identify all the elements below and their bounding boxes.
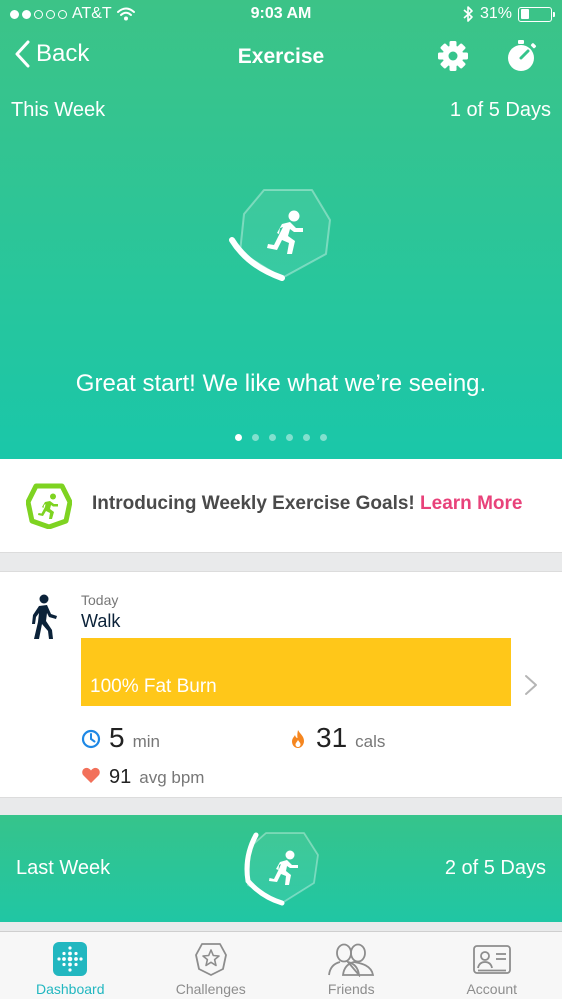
duration-unit: min <box>132 732 160 751</box>
last-week-summary[interactable]: Last Week 2 of 5 Days <box>0 815 562 922</box>
status-right: 31% <box>462 5 555 23</box>
heart-icon <box>82 767 100 783</box>
goal-progress-badge-icon <box>229 189 331 281</box>
challenges-icon <box>194 943 227 976</box>
exercise-hero: AT&T 9:03 AM 31% Back Exercise This Week… <box>0 0 562 459</box>
zone-label: 100% Fat Burn <box>90 676 217 697</box>
announcement-text: Introducing Weekly Exercise Goals! Learn… <box>92 493 522 515</box>
page-dot[interactable] <box>269 434 276 441</box>
exercise-goal-badge-icon <box>26 483 72 529</box>
page-dot[interactable] <box>252 434 259 441</box>
activity-name: Walk <box>81 611 121 631</box>
activity-card-walk[interactable]: Today Walk 100% Fat Burn 5 min 31 cals 9… <box>0 571 562 798</box>
tab-label: Challenges <box>175 981 246 997</box>
activity-date: Today <box>81 592 119 608</box>
clock-icon <box>81 729 101 749</box>
stopwatch-icon <box>508 40 537 71</box>
motivation-message: Great start! We like what we’re seeing. <box>75 370 487 397</box>
heart-rate-zone-bar: 100% Fat Burn <box>81 638 511 706</box>
learn-more-link[interactable]: Learn More <box>420 493 522 514</box>
calories-unit: cals <box>355 732 386 751</box>
heart-rate-stat: 91 avg bpm <box>81 763 204 789</box>
battery-percent: 31% <box>479 5 512 22</box>
last-week-label: Last Week <box>16 857 111 879</box>
weekly-goal-badge <box>226 186 336 286</box>
battery-icon <box>518 6 555 22</box>
page-dot[interactable] <box>320 434 327 441</box>
duration-value: 5 <box>109 722 125 753</box>
flame-icon <box>292 730 304 748</box>
last-week-badge-icon <box>244 832 319 906</box>
account-icon <box>472 945 511 974</box>
tab-account[interactable]: Account <box>422 932 562 999</box>
chevron-right-icon <box>525 675 537 695</box>
heart-rate-value: 91 <box>109 766 132 788</box>
battery-level <box>520 9 530 19</box>
announcement-headline: Introducing Weekly Exercise Goals! <box>92 493 415 514</box>
tab-challenges[interactable]: Challenges <box>141 932 282 999</box>
stopwatch-button[interactable] <box>504 39 538 73</box>
tab-dashboard[interactable]: Dashboard <box>0 932 141 999</box>
navigation-bar: Back Exercise <box>0 36 562 80</box>
gear-icon <box>438 41 468 71</box>
friends-icon <box>328 943 375 977</box>
tab-friends[interactable]: Friends <box>281 932 422 999</box>
calories-stat: 31 cals <box>288 722 385 754</box>
calories-value: 31 <box>316 722 348 753</box>
status-bar: AT&T 9:03 AM 31% <box>0 0 562 30</box>
heart-rate-unit: avg bpm <box>139 768 205 787</box>
dashboard-icon <box>53 942 88 976</box>
week-label: This Week <box>11 99 106 121</box>
page-dot[interactable] <box>235 434 242 441</box>
last-week-days-progress: 2 of 5 Days <box>444 857 546 879</box>
walk-icon <box>32 594 57 639</box>
settings-button[interactable] <box>436 39 470 73</box>
weekly-goals-announcement[interactable]: Introducing Weekly Exercise Goals! Learn… <box>0 459 562 553</box>
bluetooth-icon <box>463 6 473 22</box>
tab-label: Friends <box>327 981 375 997</box>
duration-stat: 5 min <box>81 722 160 754</box>
page-indicator[interactable] <box>0 434 562 441</box>
days-progress-label: 1 of 5 Days <box>449 99 551 121</box>
page-title: Exercise <box>237 45 325 68</box>
page-dot[interactable] <box>303 434 310 441</box>
tab-label: Account <box>466 981 518 997</box>
tab-bar: Dashboard Challenges Friends Account <box>0 931 562 999</box>
page-dot[interactable] <box>286 434 293 441</box>
tab-label: Dashboard <box>36 981 105 997</box>
